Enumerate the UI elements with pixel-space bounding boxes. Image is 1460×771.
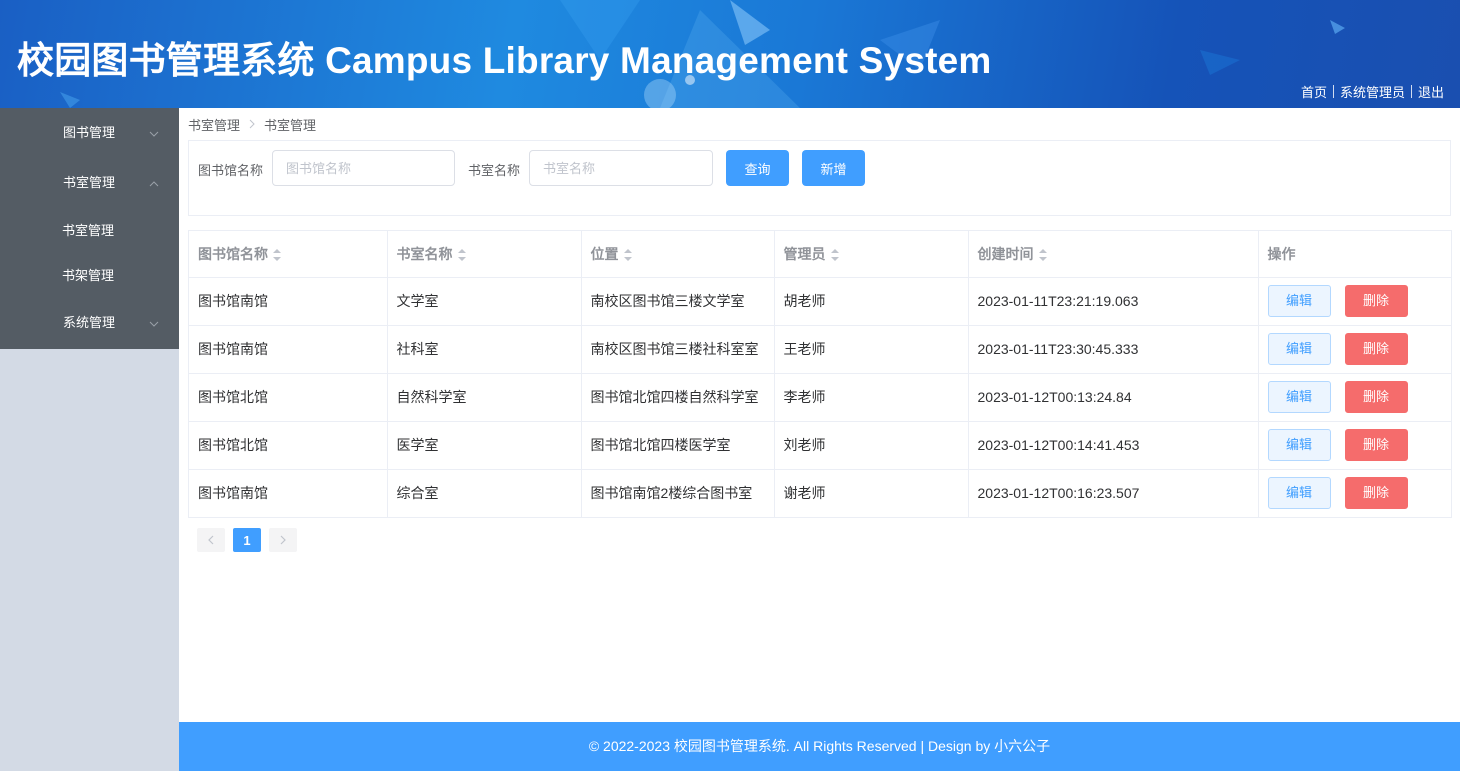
sort-icon[interactable] xyxy=(1038,249,1047,262)
prev-page-button[interactable] xyxy=(197,528,225,552)
cell-actions: 编辑 删除 xyxy=(1258,421,1451,470)
sidebar-menu-rooms[interactable]: 书室管理 xyxy=(0,158,179,208)
cell-created: 2023-01-12T00:13:24.84 xyxy=(968,373,1259,422)
nav-admin-link[interactable]: 系统管理员 xyxy=(1334,82,1411,101)
room-name-input[interactable] xyxy=(529,150,713,186)
query-button[interactable]: 查询 xyxy=(726,150,789,186)
cell-location: 图书馆南馆2楼综合图书室 xyxy=(581,469,775,518)
app-header: 校园图书管理系统 Campus Library Management Syste… xyxy=(0,0,1460,108)
room-name-label: 书室名称 xyxy=(468,163,521,178)
edit-button[interactable]: 编辑 xyxy=(1267,429,1331,461)
rooms-table: 图书馆名称 书室名称 位置 管理员 创建时间 操作 图书馆南馆 文学室 南校区图… xyxy=(188,230,1452,518)
edit-button[interactable]: 编辑 xyxy=(1267,477,1331,509)
sidebar-menu-label: 图书管理 xyxy=(63,125,116,140)
table-row: 图书馆南馆 社科室 南校区图书馆三楼社科室室 王老师 2023-01-11T23… xyxy=(189,325,1451,374)
cell-library: 图书馆南馆 xyxy=(189,469,388,518)
breadcrumb-parent[interactable]: 书室管理 xyxy=(188,115,240,134)
cell-admin: 胡老师 xyxy=(774,277,969,326)
cell-library: 图书馆北馆 xyxy=(189,421,388,470)
edit-button[interactable]: 编辑 xyxy=(1267,285,1331,317)
cell-library: 图书馆南馆 xyxy=(189,325,388,374)
cell-actions: 编辑 删除 xyxy=(1258,373,1451,422)
column-header-created[interactable]: 创建时间 xyxy=(968,231,1259,278)
table-row: 图书馆北馆 自然科学室 图书馆北馆四楼自然科学室 李老师 2023-01-12T… xyxy=(189,373,1451,422)
column-header-location[interactable]: 位置 xyxy=(581,231,775,278)
cell-actions: 编辑 删除 xyxy=(1258,325,1451,374)
cell-location: 南校区图书馆三楼社科室室 xyxy=(581,325,775,374)
cell-created: 2023-01-12T00:14:41.453 xyxy=(968,421,1259,470)
sort-icon[interactable] xyxy=(273,249,281,262)
cell-library: 图书馆南馆 xyxy=(189,277,388,326)
column-header-room[interactable]: 书室名称 xyxy=(387,231,582,278)
cell-room: 文学室 xyxy=(387,277,582,326)
sort-icon[interactable] xyxy=(623,249,632,262)
nav-home-link[interactable]: 首页 xyxy=(1295,82,1333,101)
chevron-right-icon xyxy=(248,118,256,132)
cell-location: 图书馆北馆四楼医学室 xyxy=(581,421,775,470)
column-header-actions: 操作 xyxy=(1258,231,1451,278)
edit-button[interactable]: 编辑 xyxy=(1267,381,1331,413)
cell-created: 2023-01-12T00:16:23.507 xyxy=(968,469,1259,518)
table-row: 图书馆北馆 医学室 图书馆北馆四楼医学室 刘老师 2023-01-12T00:1… xyxy=(189,421,1451,470)
chevron-right-icon xyxy=(280,535,286,545)
edit-button[interactable]: 编辑 xyxy=(1267,333,1331,365)
library-name-label: 图书馆名称 xyxy=(198,163,264,178)
table-header-row: 图书馆名称 书室名称 位置 管理员 创建时间 操作 xyxy=(189,231,1451,278)
next-page-button[interactable] xyxy=(269,528,297,552)
table-row: 图书馆南馆 综合室 图书馆南馆2楼综合图书室 谢老师 2023-01-12T00… xyxy=(189,469,1451,518)
sidebar-menu-label: 书室管理 xyxy=(63,175,116,190)
page-number-button[interactable]: 1 xyxy=(233,528,261,552)
cell-admin: 刘老师 xyxy=(774,421,969,470)
nav-divider xyxy=(1410,85,1412,98)
delete-button[interactable]: 删除 xyxy=(1344,429,1408,461)
breadcrumb-current: 书室管理 xyxy=(264,118,317,133)
sidebar-item-shelf-management[interactable]: 书架管理 xyxy=(0,253,178,298)
cell-location: 图书馆北馆四楼自然科学室 xyxy=(581,373,775,422)
cell-actions: 编辑 删除 xyxy=(1258,277,1451,326)
sidebar-item-room-management[interactable]: 书室管理 xyxy=(0,208,178,253)
delete-button[interactable]: 删除 xyxy=(1344,477,1408,509)
delete-button[interactable]: 删除 xyxy=(1344,381,1408,413)
chevron-down-icon xyxy=(149,108,159,158)
column-header-admin[interactable]: 管理员 xyxy=(774,231,969,278)
sort-icon[interactable] xyxy=(830,249,839,262)
chevron-down-icon xyxy=(149,298,159,348)
page-title: 校园图书管理系统 Campus Library Management Syste… xyxy=(17,40,992,81)
sort-icon[interactable] xyxy=(457,249,466,262)
header-nav: 首页 系统管理员 退出 xyxy=(1295,82,1444,101)
sidebar-submenu: 书室管理 书架管理 xyxy=(0,208,179,298)
delete-button[interactable]: 删除 xyxy=(1344,285,1408,317)
nav-logout-link[interactable]: 退出 xyxy=(1412,82,1444,101)
sidebar: 图书管理 书室管理 书室管理 书架管理 系统管理 xyxy=(0,108,179,349)
cell-room: 自然科学室 xyxy=(387,373,582,422)
pagination: 1 xyxy=(197,528,297,552)
nav-divider xyxy=(1332,85,1334,98)
cell-library: 图书馆北馆 xyxy=(189,373,388,422)
cell-created: 2023-01-11T23:21:19.063 xyxy=(968,277,1259,326)
cell-actions: 编辑 删除 xyxy=(1258,469,1451,518)
cell-room: 社科室 xyxy=(387,325,582,374)
main-content: 书室管理 书室管理 图书馆名称 书室名称 查询 新增 图书馆名称 书室名称 位置… xyxy=(179,108,1460,722)
cell-room: 综合室 xyxy=(387,469,582,518)
cell-admin: 王老师 xyxy=(774,325,969,374)
breadcrumb: 书室管理 书室管理 xyxy=(188,115,316,134)
sidebar-menu-books[interactable]: 图书管理 xyxy=(0,108,179,158)
cell-admin: 谢老师 xyxy=(774,469,969,518)
chevron-up-icon xyxy=(149,158,159,208)
cell-location: 南校区图书馆三楼文学室 xyxy=(581,277,775,326)
sidebar-menu-label: 系统管理 xyxy=(63,315,116,330)
footer: © 2022-2023 校园图书管理系统. All Rights Reserve… xyxy=(179,722,1460,771)
search-form: 图书馆名称 书室名称 查询 新增 xyxy=(188,140,1451,216)
cell-admin: 李老师 xyxy=(774,373,969,422)
cell-created: 2023-01-11T23:30:45.333 xyxy=(968,325,1259,374)
cell-room: 医学室 xyxy=(387,421,582,470)
library-name-input[interactable] xyxy=(272,150,455,186)
chevron-left-icon xyxy=(208,535,214,545)
add-button[interactable]: 新增 xyxy=(802,150,865,186)
sidebar-menu-system[interactable]: 系统管理 xyxy=(0,298,179,348)
table-row: 图书馆南馆 文学室 南校区图书馆三楼文学室 胡老师 2023-01-11T23:… xyxy=(189,277,1451,326)
delete-button[interactable]: 删除 xyxy=(1344,333,1408,365)
column-header-library[interactable]: 图书馆名称 xyxy=(189,231,388,278)
